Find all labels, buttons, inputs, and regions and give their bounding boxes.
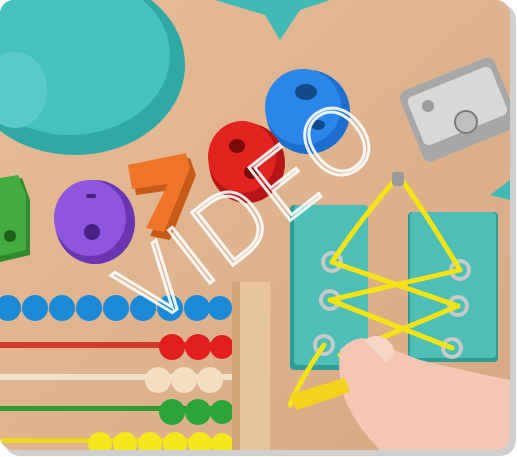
busy-board-photo: VIDEO: [0, 0, 510, 450]
number-5-block: [0, 175, 30, 262]
video-frame: VIDEO: [0, 0, 510, 450]
